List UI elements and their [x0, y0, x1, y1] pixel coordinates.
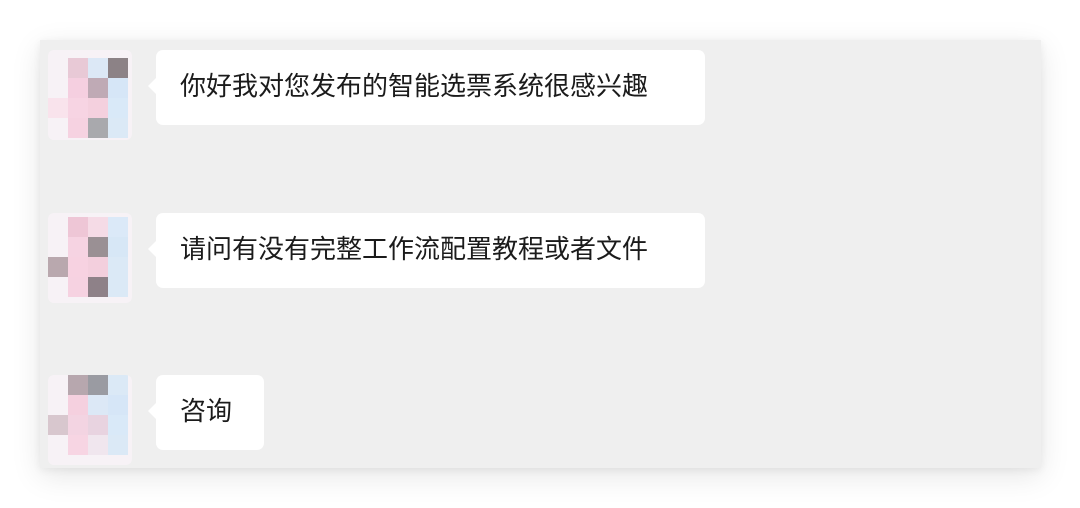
- avatar[interactable]: [48, 213, 132, 303]
- message-text: 请问有没有完整工作流配置教程或者文件: [180, 235, 649, 265]
- chat-panel: 你好我对您发布的智能选票系统很感兴趣 请问有没有完整工作流配置教程或者文件 咨询: [40, 40, 1041, 468]
- avatar[interactable]: [48, 50, 132, 140]
- message-text: 你好我对您发布的智能选票系统很感兴趣: [180, 72, 649, 102]
- message-bubble[interactable]: 你好我对您发布的智能选票系统很感兴趣: [148, 50, 705, 125]
- message-bubble[interactable]: 请问有没有完整工作流配置教程或者文件: [148, 213, 705, 288]
- message-text: 咨询: [180, 397, 233, 427]
- avatar[interactable]: [48, 375, 132, 465]
- message-bubble[interactable]: 咨询: [148, 375, 264, 450]
